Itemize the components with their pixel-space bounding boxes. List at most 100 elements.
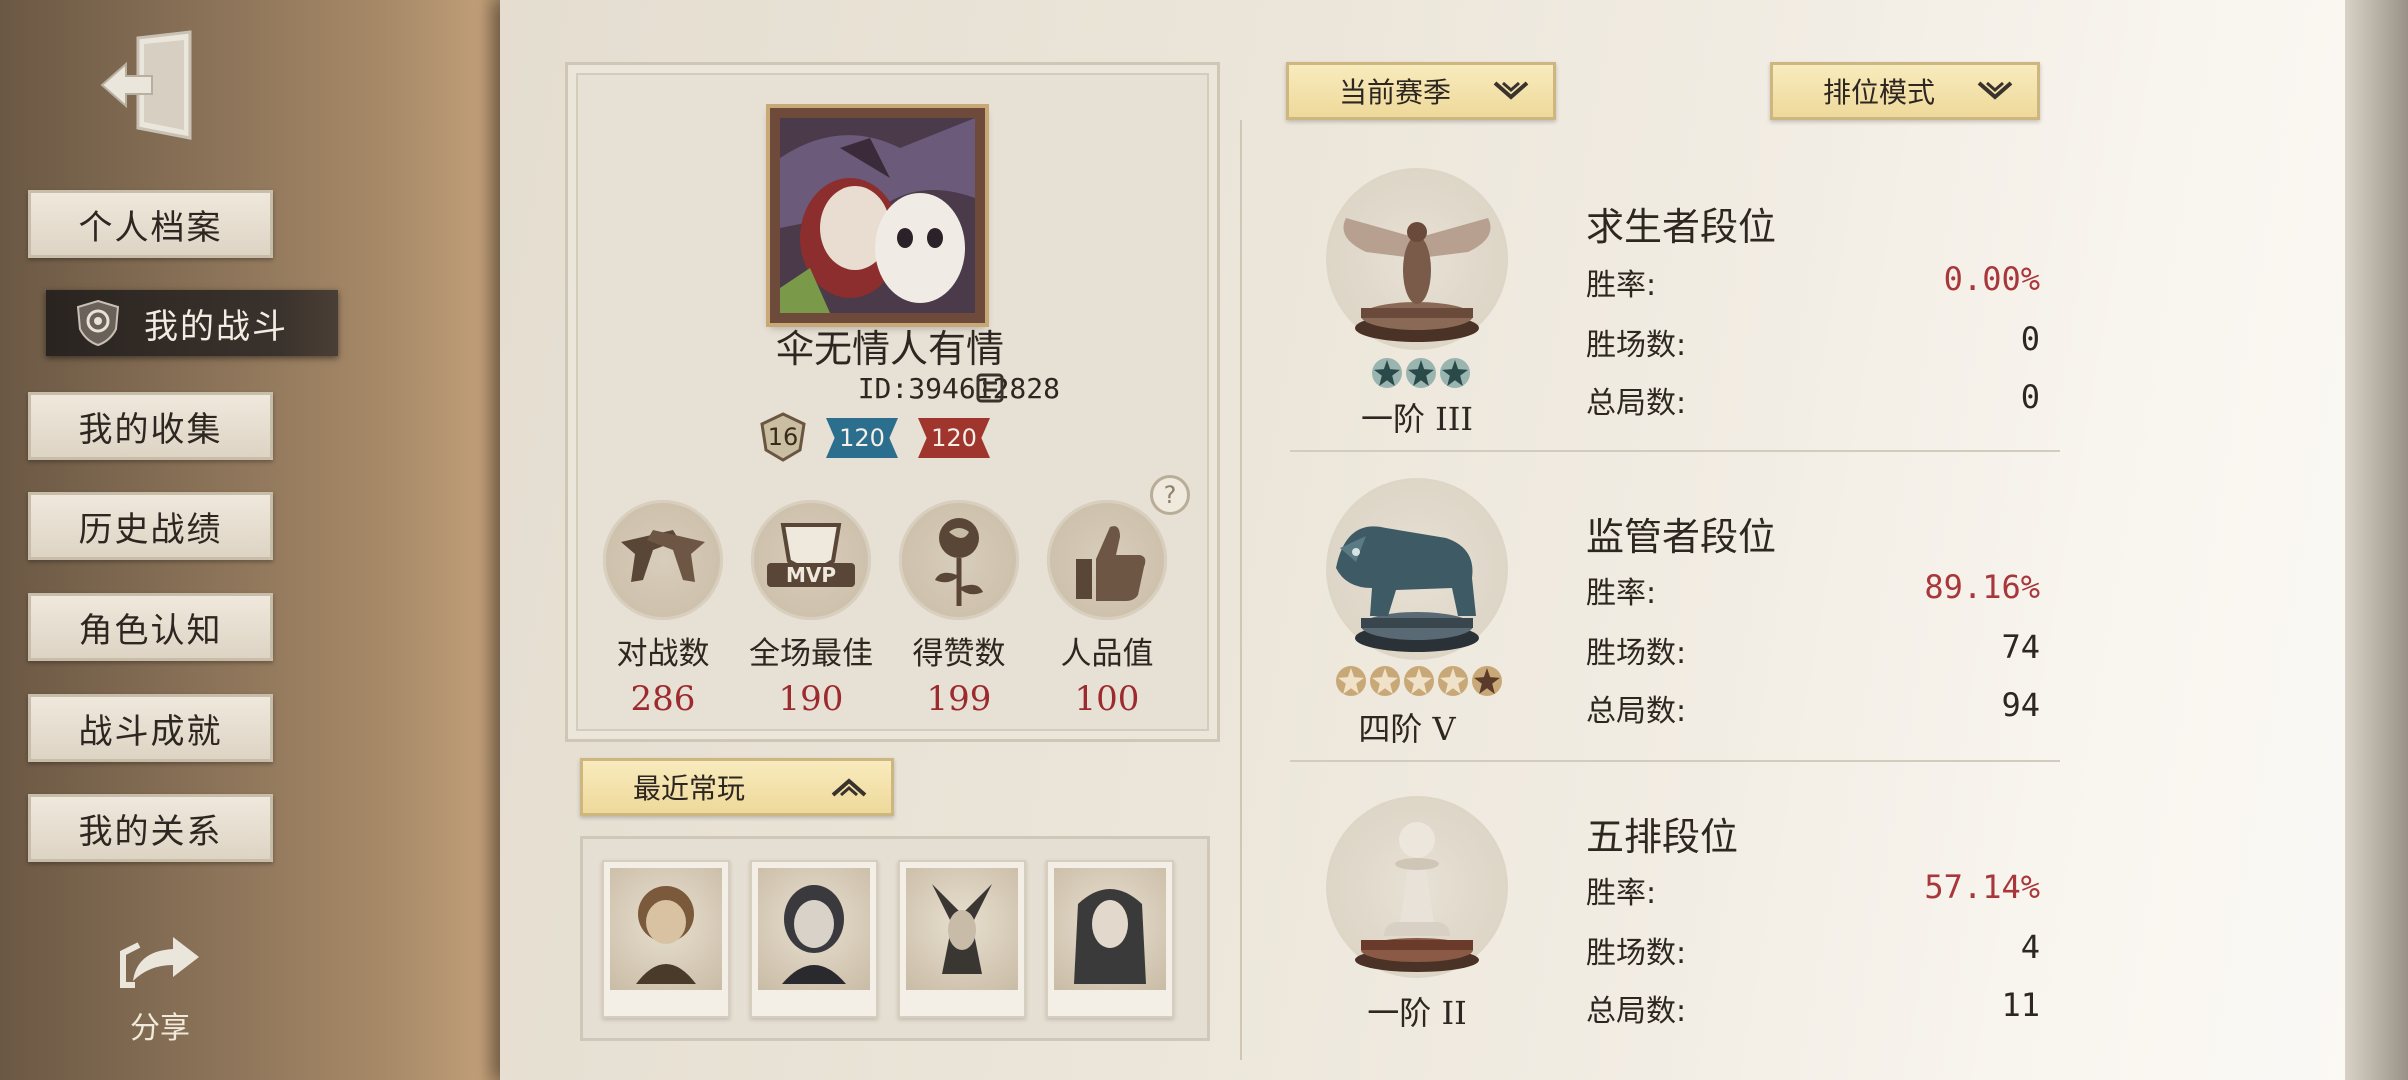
hunter-winrate-value: 89.16% <box>1924 568 2040 606</box>
stat-mvp-value: 190 <box>778 679 844 719</box>
stat-matches-value: 286 <box>630 679 696 719</box>
nav-relations-label: 我的关系 <box>78 811 223 852</box>
nav-my-battle[interactable]: 我的战斗 <box>46 290 338 356</box>
stat-likes-value: 199 <box>926 679 992 719</box>
mode-dropdown[interactable]: 排位模式 <box>1770 62 2040 120</box>
vertical-divider <box>1240 120 1242 1060</box>
star-icon <box>1440 358 1470 388</box>
five-stack-rank-title: 五排段位 <box>1586 815 1739 859</box>
stat-likes-label: 得赞数 <box>912 636 1006 672</box>
hunter-total-label: 总局数: <box>1586 694 1687 729</box>
survivor-total-label: 总局数: <box>1586 386 1687 421</box>
survivor-winrate-value: 0.00% <box>1943 260 2040 298</box>
chevron-down-icon <box>1493 81 1529 100</box>
player-name: 伞无情人有情 <box>775 327 1004 371</box>
five-stack-trophy[interactable] <box>1326 796 1508 978</box>
recent-dropdown-label: 最近常玩 <box>633 772 746 805</box>
hunter-winrate-label: 胜率: <box>1586 576 1657 611</box>
nav-character-knowledge-label: 角色认知 <box>78 610 223 651</box>
nav-profile-label: 个人档案 <box>78 207 223 248</box>
red-ribbon-badge: 120 <box>918 418 990 458</box>
recent-character-3[interactable] <box>898 860 1026 1018</box>
nav-collection[interactable]: 我的收集 <box>28 392 273 460</box>
star-icon <box>1372 358 1402 388</box>
survivor-trophy[interactable] <box>1326 168 1508 350</box>
five-stack-tier: 一阶 II <box>1367 994 1467 1032</box>
nav-history-label: 历史战绩 <box>78 509 223 550</box>
nav-history[interactable]: 历史战绩 <box>28 492 273 560</box>
copy-icon[interactable] <box>975 372 1005 404</box>
nav-relations[interactable]: 我的关系 <box>28 794 273 862</box>
survivor-total-value: 0 <box>2020 378 2040 416</box>
nav-profile[interactable]: 个人档案 <box>28 190 273 258</box>
five-stack-total-value: 11 <box>2001 986 2040 1024</box>
stat-mvp: MVP 全场最佳 190 <box>736 500 886 719</box>
hunter-rank-title: 监管者段位 <box>1586 515 1777 559</box>
survivor-rank-title: 求生者段位 <box>1586 205 1777 249</box>
blue-ribbon-badge: 120 <box>826 418 898 458</box>
level-value: 16 <box>767 423 799 451</box>
rank-divider <box>1290 760 2060 762</box>
exit-icon[interactable] <box>98 30 198 140</box>
hunter-wins-value: 74 <box>2001 628 2040 666</box>
five-stack-winrate-label: 胜率: <box>1586 876 1657 911</box>
season-dropdown[interactable]: 当前赛季 <box>1286 62 1556 120</box>
stat-character: 人品值 100 <box>1032 500 1182 719</box>
thumbs-up-icon <box>1047 500 1167 620</box>
stat-mvp-label: 全场最佳 <box>749 636 873 672</box>
star-icon <box>1438 666 1468 696</box>
five-stack-wins-label: 胜场数: <box>1586 936 1687 971</box>
panel-edge <box>2345 0 2408 1080</box>
rank-divider <box>1290 450 2060 452</box>
survivor-wins-value: 0 <box>2020 320 2040 358</box>
stat-likes: 得赞数 199 <box>884 500 1034 719</box>
share-button[interactable]: 分享 <box>110 925 210 1047</box>
nav-achievements-label: 战斗成就 <box>78 711 223 752</box>
hunter-trophy[interactable] <box>1326 478 1508 660</box>
stat-character-label: 人品值 <box>1060 636 1154 672</box>
star-icon <box>1336 666 1366 696</box>
nav-achievements[interactable]: 战斗成就 <box>28 694 273 762</box>
nav-my-battle-label: 我的战斗 <box>144 306 288 347</box>
avatar[interactable] <box>770 108 985 323</box>
survivor-wins-label: 胜场数: <box>1586 328 1687 363</box>
chevron-up-icon <box>831 778 867 797</box>
shield-badge-icon <box>74 299 122 347</box>
five-stack-winrate-value: 57.14% <box>1924 868 2040 906</box>
hunter-tier: 四阶 V <box>1358 710 1456 748</box>
hunter-wins-label: 胜场数: <box>1586 636 1687 671</box>
star-icon <box>1472 666 1502 696</box>
chevron-down-icon <box>1977 81 2013 100</box>
star-icon <box>1370 666 1400 696</box>
red-badge-value: 120 <box>931 424 977 452</box>
mvp-cup-icon: MVP <box>751 500 871 620</box>
panther-trophy-icon <box>1336 526 1479 652</box>
recent-character-2[interactable] <box>750 860 878 1018</box>
recent-character-4[interactable] <box>1046 860 1174 1018</box>
five-stack-total-label: 总局数: <box>1586 994 1687 1029</box>
nav-character-knowledge[interactable]: 角色认知 <box>28 593 273 661</box>
stat-matches: 对战数 286 <box>588 500 738 719</box>
svg-text:MVP: MVP <box>786 563 836 587</box>
stat-matches-label: 对战数 <box>616 636 710 672</box>
crossed-guns-icon <box>603 500 723 620</box>
chess-pawn-trophy-icon <box>1355 822 1479 972</box>
mode-dropdown-label: 排位模式 <box>1823 76 1936 109</box>
survivor-stars <box>1372 358 1470 388</box>
hunter-total-value: 94 <box>2001 686 2040 724</box>
blue-badge-value: 120 <box>839 424 885 452</box>
five-stack-wins-value: 4 <box>2020 928 2040 966</box>
nav-collection-label: 我的收集 <box>78 409 223 450</box>
level-badge: 16 <box>758 412 808 462</box>
survivor-tier: 一阶 III <box>1360 400 1474 438</box>
star-icon <box>1406 358 1436 388</box>
share-icon <box>120 937 199 988</box>
hunter-stars <box>1336 666 1502 696</box>
recent-character-1[interactable] <box>602 860 730 1018</box>
sidebar: 个人档案 我的战斗 我的收集 历史战绩 角色认知 战斗成就 我的关系 分享 <box>0 0 520 1080</box>
share-label: 分享 <box>130 1011 190 1046</box>
season-dropdown-label: 当前赛季 <box>1339 76 1452 109</box>
recent-dropdown[interactable]: 最近常玩 <box>580 758 894 816</box>
star-icon <box>1404 666 1434 696</box>
survivor-winrate-label: 胜率: <box>1586 268 1657 303</box>
